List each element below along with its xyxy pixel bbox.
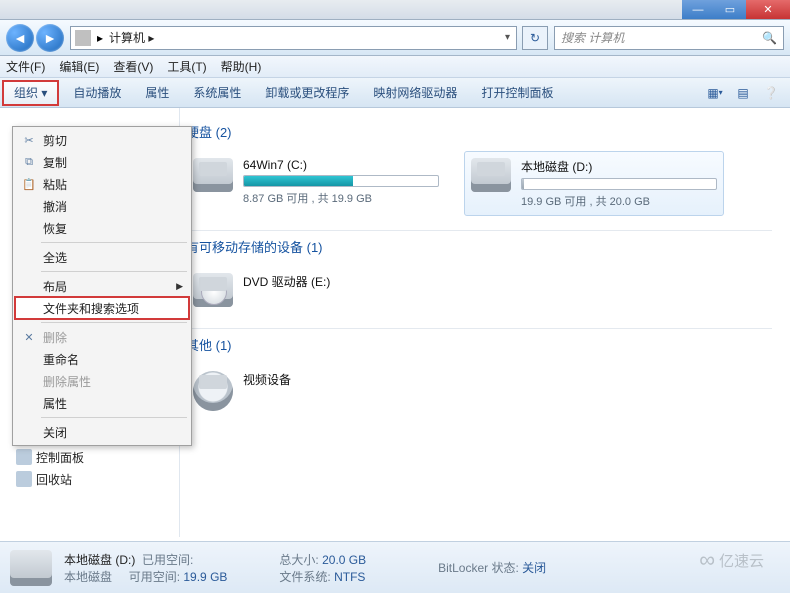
computer-icon [75, 30, 91, 46]
search-placeholder: 搜索 计算机 [561, 29, 624, 46]
menu-tools[interactable]: 工具(T) [167, 58, 206, 75]
close-window-button[interactable]: ✕ [746, 0, 790, 19]
address-path: 计算机 ▸ [109, 29, 497, 46]
drive-c-space-bar [243, 175, 439, 187]
camera-icon [193, 371, 233, 411]
forward-button[interactable]: ► [36, 24, 64, 52]
submenu-arrow-icon: ▶ [176, 281, 183, 292]
command-toolbar: 组织 ▾ 自动播放 属性 系统属性 卸载或更改程序 映射网络驱动器 打开控制面板… [0, 78, 790, 108]
organize-button[interactable]: 组织 ▾ [2, 80, 59, 106]
menu-undo[interactable]: 撤消 [15, 195, 189, 217]
drive-dvd[interactable]: DVD 驱动器 (E:) [186, 266, 446, 314]
device-camera-label: 视频设备 [243, 371, 439, 388]
recycle-bin-icon [16, 471, 32, 487]
refresh-button[interactable]: ↻ [522, 26, 548, 50]
status-subtitle: 本地磁盘 [64, 570, 112, 584]
view-options-icon[interactable]: ▦▾ [704, 82, 726, 104]
drive-d[interactable]: 本地磁盘 (D:) 19.9 GB 可用 , 共 20.0 GB [464, 151, 724, 216]
menu-properties[interactable]: 属性 [15, 392, 189, 414]
tb-system-properties[interactable]: 系统属性 [181, 78, 253, 107]
menu-close[interactable]: 关闭 [15, 421, 189, 443]
drive-dvd-label: DVD 驱动器 (E:) [243, 273, 439, 290]
menu-edit[interactable]: 编辑(E) [59, 58, 99, 75]
tb-properties[interactable]: 属性 [133, 78, 181, 107]
menu-rename[interactable]: 重命名 [15, 348, 189, 370]
paste-icon: 📋 [21, 176, 37, 192]
content-pane: 硬盘 (2) 64Win7 (C:) 8.87 GB 可用 , 共 19.9 G… [180, 108, 790, 537]
section-other[interactable]: 其他 (1) [186, 335, 772, 354]
menu-bar: 文件(F) 编辑(E) 查看(V) 工具(T) 帮助(H) [0, 56, 790, 78]
delete-icon: ✕ [21, 329, 37, 345]
menu-cut[interactable]: ✂剪切 [15, 129, 189, 151]
tb-map-drive[interactable]: 映射网络驱动器 [361, 78, 469, 107]
watermark: ∞亿速云 [699, 547, 764, 573]
menu-remove-properties: 删除属性 [15, 370, 189, 392]
dvd-drive-icon [193, 273, 233, 307]
status-title: 本地磁盘 (D:) [64, 553, 135, 567]
menu-layout[interactable]: 布局▶ [15, 275, 189, 297]
menu-view[interactable]: 查看(V) [113, 58, 153, 75]
details-pane: 本地磁盘 (D:) 已用空间: 本地磁盘 可用空间: 19.9 GB 总大小: … [0, 541, 790, 593]
menu-delete: ✕删除 [15, 326, 189, 348]
search-input[interactable]: 搜索 计算机 🔍 [554, 26, 784, 50]
minimize-button[interactable]: — [682, 0, 714, 19]
menu-folder-and-search-options[interactable]: 文件夹和搜索选项 [15, 297, 189, 319]
tb-control-panel[interactable]: 打开控制面板 [469, 78, 565, 107]
address-dropdown-icon[interactable]: ▾ [503, 32, 512, 43]
status-total: 20.0 GB [322, 553, 366, 567]
organize-menu: ✂剪切 ⧉复制 📋粘贴 撤消 恢复 全选 布局▶ 文件夹和搜索选项 ✕删除 重命… [12, 126, 192, 446]
copy-icon: ⧉ [21, 154, 37, 170]
menu-select-all[interactable]: 全选 [15, 246, 189, 268]
hdd-icon [193, 158, 233, 192]
control-panel-icon [16, 449, 32, 465]
search-icon: 🔍 [762, 31, 777, 45]
menu-paste[interactable]: 📋粘贴 [15, 173, 189, 195]
maximize-button[interactable]: ▭ [714, 0, 746, 19]
back-button[interactable]: ◄ [6, 24, 34, 52]
drive-c-label: 64Win7 (C:) [243, 158, 439, 172]
drive-c[interactable]: 64Win7 (C:) 8.87 GB 可用 , 共 19.9 GB [186, 151, 446, 216]
section-hard-disks[interactable]: 硬盘 (2) [186, 122, 772, 141]
nav-bar: ◄ ► ▸ 计算机 ▸ ▾ ↻ 搜索 计算机 🔍 [0, 20, 790, 56]
preview-pane-icon[interactable]: ▤ [732, 82, 754, 104]
menu-copy[interactable]: ⧉复制 [15, 151, 189, 173]
sidebar-item-control-panel[interactable]: 控制面板 [0, 446, 179, 468]
drive-c-subtext: 8.87 GB 可用 , 共 19.9 GB [243, 190, 439, 206]
selected-drive-icon [10, 550, 52, 586]
tb-uninstall[interactable]: 卸载或更改程序 [253, 78, 361, 107]
drive-d-label: 本地磁盘 (D:) [521, 158, 717, 175]
address-bar[interactable]: ▸ 计算机 ▸ ▾ [70, 26, 517, 50]
menu-help[interactable]: 帮助(H) [221, 58, 262, 75]
window-titlebar: — ▭ ✕ [0, 0, 790, 20]
status-filesystem: NTFS [334, 570, 365, 584]
scissors-icon: ✂ [21, 132, 37, 148]
status-bitlocker: 关闭 [522, 561, 546, 575]
help-icon[interactable]: ❔ [760, 82, 782, 104]
menu-redo[interactable]: 恢复 [15, 217, 189, 239]
drive-d-subtext: 19.9 GB 可用 , 共 20.0 GB [521, 193, 717, 209]
device-camera[interactable]: 视频设备 [186, 364, 446, 418]
hdd-icon [471, 158, 511, 192]
menu-file[interactable]: 文件(F) [6, 58, 45, 75]
drive-d-space-bar [521, 178, 717, 190]
sidebar-item-recycle-bin[interactable]: 回收站 [0, 468, 179, 490]
tb-autoplay[interactable]: 自动播放 [61, 78, 133, 107]
section-removable[interactable]: 有可移动存储的设备 (1) [186, 237, 772, 256]
